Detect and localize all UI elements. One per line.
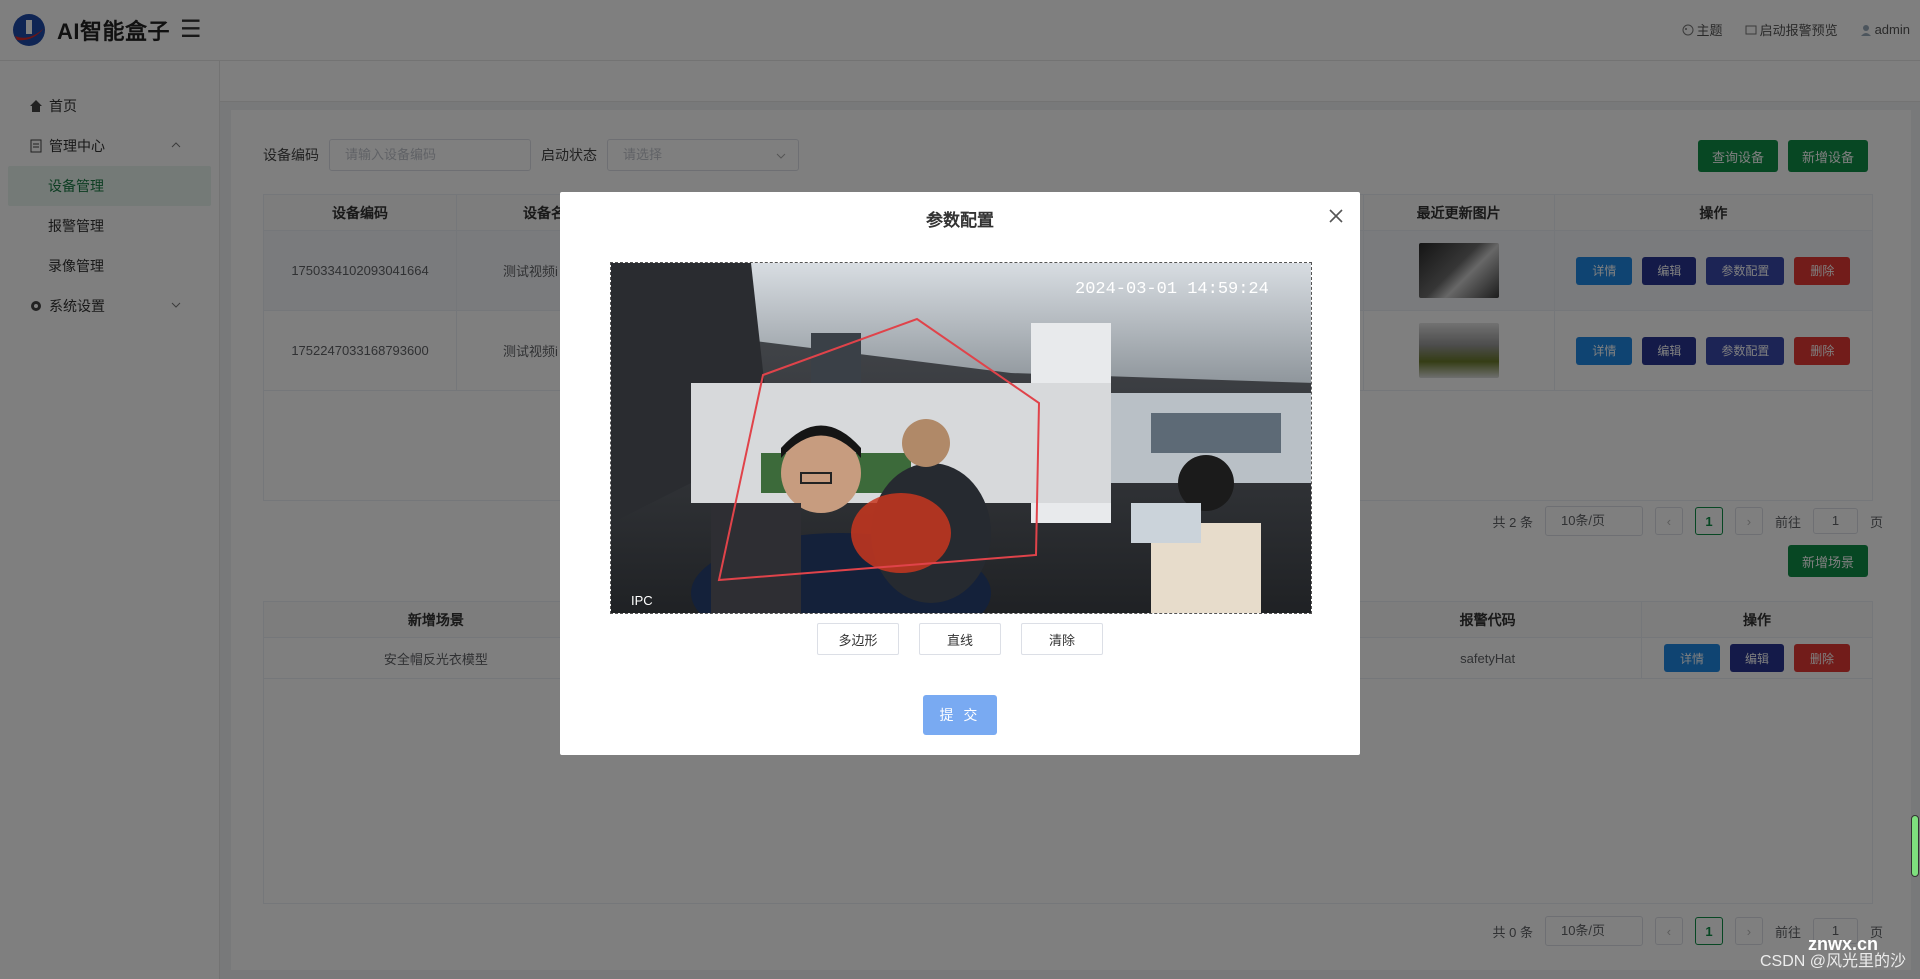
param-config-dialog: 参数配置 2024-03-01 14:59:24 IPC 多边形 直线 清除 提… — [560, 192, 1360, 755]
line-tool-button[interactable]: 直线 — [919, 623, 1001, 655]
clear-button[interactable]: 清除 — [1021, 623, 1103, 655]
watermark-text: CSDN @风光里的沙 — [1759, 953, 1906, 970]
submit-button[interactable]: 提 交 — [923, 695, 997, 735]
polygon-tool-button[interactable]: 多边形 — [817, 623, 899, 655]
camera-label: IPC — [631, 593, 653, 608]
close-icon[interactable] — [1326, 206, 1346, 226]
camera-canvas[interactable]: 2024-03-01 14:59:24 IPC — [610, 262, 1312, 614]
camera-timestamp: 2024-03-01 14:59:24 — [1075, 280, 1269, 299]
camera-frame-image: 2024-03-01 14:59:24 IPC — [611, 263, 1311, 613]
scrollbar-thumb[interactable] — [1911, 815, 1919, 877]
dialog-title: 参数配置 — [926, 211, 994, 230]
